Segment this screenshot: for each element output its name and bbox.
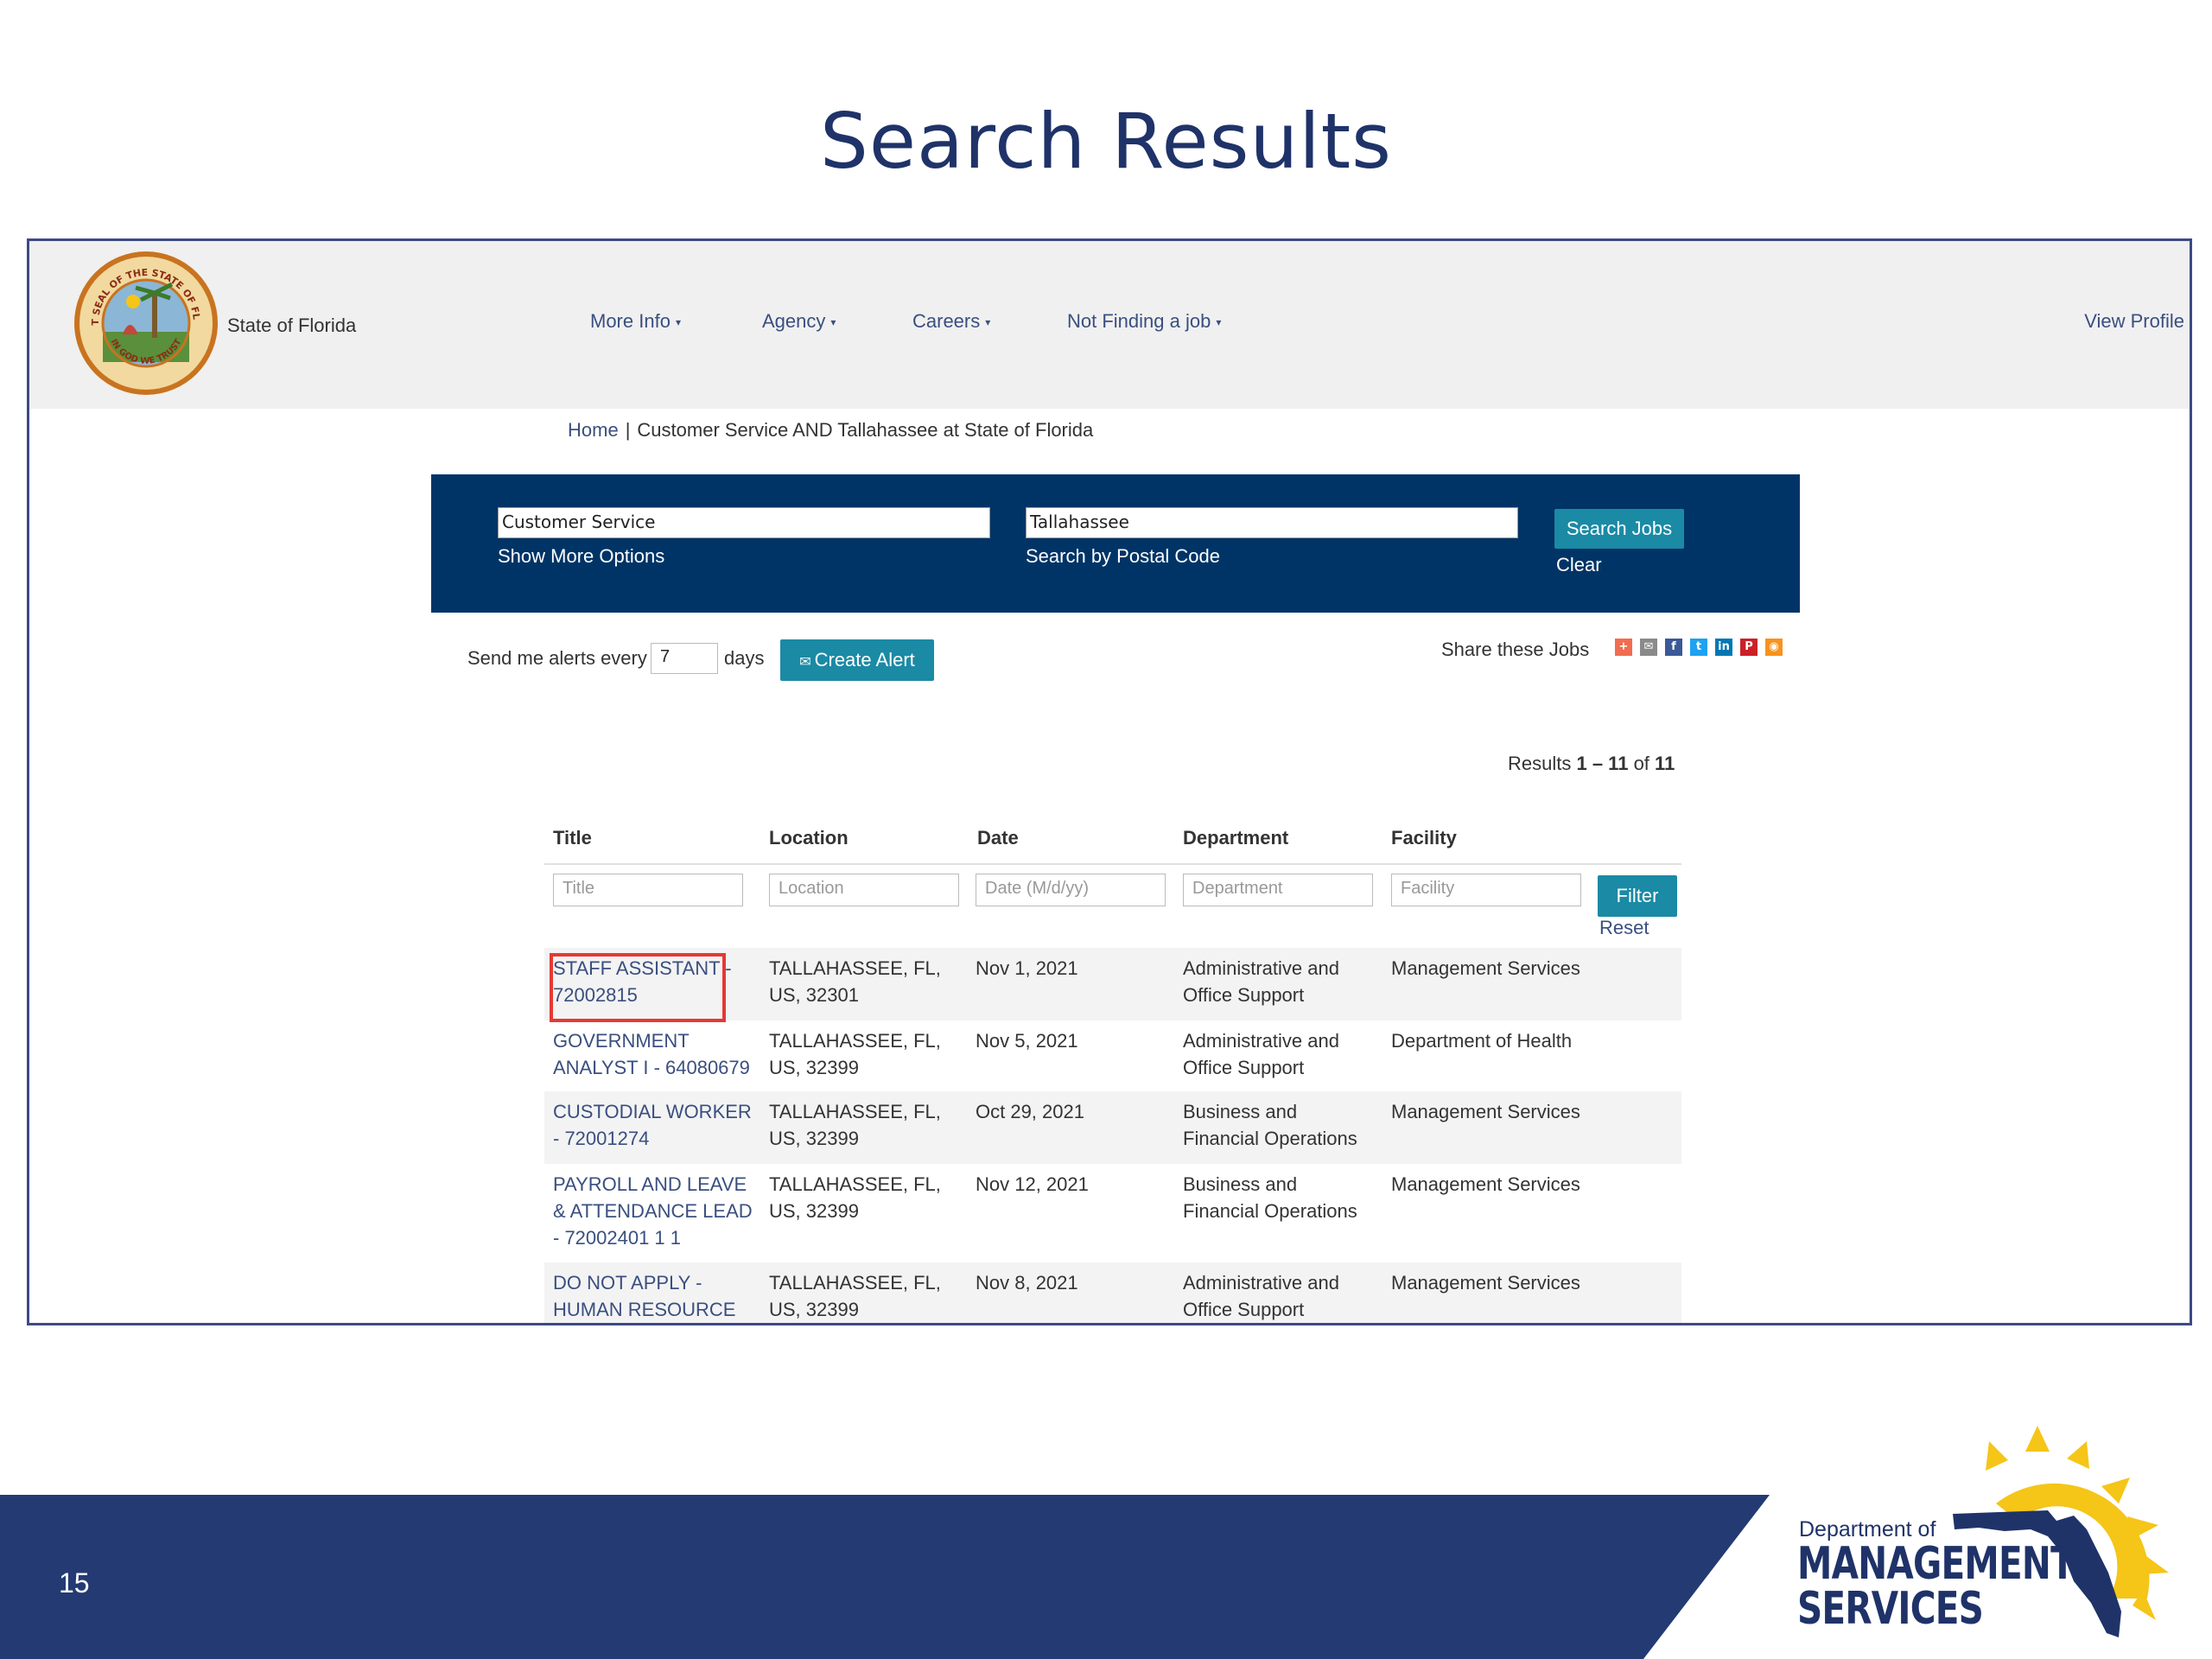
envelope-icon: ✉ [799, 655, 811, 670]
job-facility: Management Services [1391, 957, 1580, 979]
keyword-search-input[interactable]: Customer Service [498, 507, 990, 538]
addthis-icon[interactable]: + [1615, 639, 1632, 656]
results-prefix: Results [1508, 753, 1572, 774]
facility-filter-input[interactable]: Facility [1391, 874, 1581, 906]
table-row: PAYROLL AND LEAVE & ATTENDANCE LEAD - 72… [544, 1164, 1681, 1262]
column-header-title[interactable]: Title [553, 827, 592, 849]
slide-title: Search Results [819, 97, 1393, 186]
table-row: DO NOT APPLY - HUMAN RESOURCE TALLAHASSE… [544, 1262, 1681, 1323]
website-screenshot: GREAT SEAL OF THE STATE OF FLORIDA IN GO… [27, 238, 2192, 1325]
job-facility: Management Services [1391, 1272, 1580, 1294]
job-location: TALLAHASSEE, FL, US, 32399 [769, 1101, 941, 1149]
job-date: Nov 1, 2021 [976, 957, 1078, 979]
results-of: of [1633, 753, 1649, 774]
job-facility: Department of Health [1391, 1030, 1573, 1052]
nav-label: Agency [762, 310, 826, 332]
results-range: 1 – 11 [1576, 753, 1629, 774]
job-department: Business and Financial Operations [1183, 1173, 1357, 1222]
email-icon[interactable]: ✉ [1640, 639, 1657, 656]
logo-services: SERVICES [1797, 1583, 1984, 1635]
job-date: Nov 12, 2021 [976, 1173, 1089, 1195]
florida-seal-logo[interactable]: GREAT SEAL OF THE STATE OF FLORIDA IN GO… [73, 250, 219, 397]
job-date: Nov 8, 2021 [976, 1272, 1078, 1294]
location-filter-input[interactable]: Location [769, 874, 959, 906]
breadcrumb-current: Customer Service AND Tallahassee at Stat… [637, 419, 1094, 441]
nav-label: More Info [590, 310, 671, 332]
nav-label: Careers [912, 310, 981, 332]
location-search-input[interactable]: Tallahassee [1026, 507, 1518, 538]
job-facility: Management Services [1391, 1101, 1580, 1122]
site-header: GREAT SEAL OF THE STATE OF FLORIDA IN GO… [29, 241, 2190, 409]
linkedin-icon[interactable]: in [1715, 639, 1732, 656]
job-title-link[interactable]: PAYROLL AND LEAVE & ATTENDANCE LEAD - 72… [553, 1171, 756, 1251]
page-number: 15 [59, 1567, 90, 1599]
caret-down-icon: ▾ [985, 316, 991, 329]
twitter-icon[interactable]: t [1690, 639, 1707, 656]
department-filter-input[interactable]: Department [1183, 874, 1373, 906]
job-title-link[interactable]: GOVERNMENT ANALYST I - 64080679 [553, 1027, 756, 1081]
job-location: TALLAHASSEE, FL, US, 32399 [769, 1173, 941, 1222]
caret-down-icon: ▾ [1216, 316, 1222, 329]
job-search-panel: Customer Service Show More Options Talla… [431, 474, 1800, 613]
nav-careers[interactable]: Careers ▾ [912, 310, 990, 333]
facebook-icon[interactable]: f [1665, 639, 1682, 656]
create-alert-button[interactable]: ✉ Create Alert [780, 639, 934, 681]
pinterest-icon[interactable]: P [1740, 639, 1758, 656]
site-name[interactable]: State of Florida [227, 315, 356, 337]
job-location: TALLAHASSEE, FL, US, 32399 [769, 1272, 941, 1320]
table-row: GOVERNMENT ANALYST I - 64080679 TALLAHAS… [544, 1020, 1681, 1091]
nav-more-info[interactable]: More Info ▾ [590, 310, 681, 333]
column-header-department[interactable]: Department [1183, 827, 1288, 849]
job-facility: Management Services [1391, 1173, 1580, 1195]
breadcrumb: Home | Customer Service AND Tallahassee at… [568, 419, 1093, 442]
caret-down-icon: ▾ [830, 316, 836, 329]
caret-down-icon: ▾ [675, 316, 681, 329]
show-more-options-link[interactable]: Show More Options [498, 545, 664, 568]
alert-days-input[interactable]: 7 [651, 643, 718, 674]
job-location: TALLAHASSEE, FL, US, 32301 [769, 957, 941, 1006]
share-label: Share these Jobs [1441, 639, 1590, 660]
nav-label: Not Finding a job [1067, 310, 1211, 332]
footer-navy-shape [0, 1495, 1770, 1659]
job-department: Administrative and Office Support [1183, 1272, 1339, 1320]
nav-not-finding-a-job[interactable]: Not Finding a job ▾ [1067, 310, 1221, 333]
job-date: Oct 29, 2021 [976, 1101, 1084, 1122]
filter-button[interactable]: Filter [1598, 875, 1677, 917]
title-filter-input[interactable]: Title [553, 874, 743, 906]
job-department: Administrative and Office Support [1183, 957, 1339, 1006]
reset-link[interactable]: Reset [1599, 917, 1649, 939]
column-header-location[interactable]: Location [769, 827, 849, 849]
alert-label: Send me alerts every [467, 647, 647, 669]
search-jobs-button[interactable]: Search Jobs [1554, 509, 1684, 549]
logo-management: MANAGEMENT [1797, 1538, 2075, 1590]
breadcrumb-separator: | [625, 419, 631, 441]
column-header-facility[interactable]: Facility [1391, 827, 1457, 849]
highlight-box [550, 953, 726, 1022]
job-department: Business and Financial Operations [1183, 1101, 1357, 1149]
view-profile-link[interactable]: View Profile [2084, 310, 2184, 333]
job-department: Administrative and Office Support [1183, 1030, 1339, 1078]
job-title-link[interactable]: DO NOT APPLY - HUMAN RESOURCE [553, 1269, 756, 1323]
table-row: CUSTODIAL WORKER - 72001274 TALLAHASSEE,… [544, 1091, 1681, 1164]
breadcrumb-home-link[interactable]: Home [568, 419, 619, 441]
table-header-divider [544, 863, 1681, 865]
results-count: Results 1 – 11 of 11 [1508, 753, 1675, 775]
rss-icon[interactable]: ◉ [1765, 639, 1783, 656]
column-header-date[interactable]: Date [977, 827, 1019, 849]
create-alert-label: Create Alert [814, 649, 915, 671]
job-title-link[interactable]: CUSTODIAL WORKER - 72001274 [553, 1098, 756, 1152]
search-by-postal-code-link[interactable]: Search by Postal Code [1026, 545, 1220, 568]
job-location: TALLAHASSEE, FL, US, 32399 [769, 1030, 941, 1078]
job-date: Nov 5, 2021 [976, 1030, 1078, 1052]
results-total: 11 [1655, 753, 1675, 774]
nav-agency[interactable]: Agency ▾ [762, 310, 836, 333]
date-filter-input[interactable]: Date (M/d/yy) [976, 874, 1166, 906]
alert-days-label: days [724, 647, 765, 669]
clear-link[interactable]: Clear [1556, 554, 1602, 576]
